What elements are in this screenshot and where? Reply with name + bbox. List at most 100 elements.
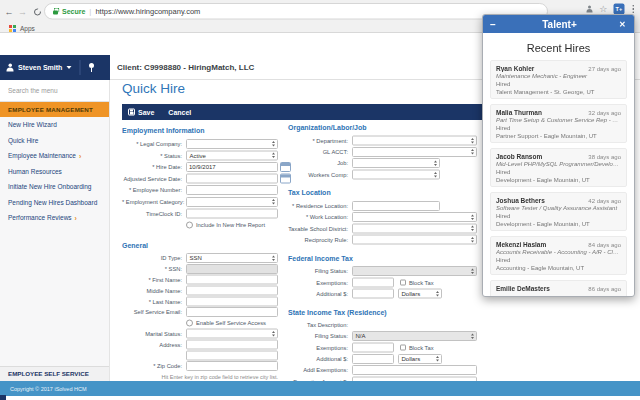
menu-label: Quick Hire [8,137,38,145]
bookmark-star-icon[interactable]: ☆ [599,5,607,14]
omnibox-divider: | [89,7,91,16]
hire-card[interactable]: Mekenzi Haslam84 days ago Accounts Recei… [490,236,627,275]
field-label: Taxable School District: [288,225,352,231]
work-location-select[interactable] [352,212,477,222]
select-arrows-icon [469,149,477,155]
adjusted-service-date-input[interactable] [186,174,278,184]
workers-comp-select[interactable] [352,170,440,180]
field-label: Adjusted Service Date: [122,176,186,182]
state-block-tax-checkbox[interactable] [400,345,406,351]
address-input[interactable] [186,340,278,350]
close-icon[interactable]: ✕ [619,19,627,29]
school-district-select[interactable] [352,223,477,233]
profile-icon[interactable] [586,6,593,13]
pin-icon[interactable] [88,63,94,72]
residence-location-input[interactable] [352,201,440,211]
federal-block-tax-checkbox[interactable] [400,279,406,285]
include-new-hire-report-radio[interactable] [186,221,193,228]
state-dollars-select[interactable]: Dollars [398,354,442,364]
field-label: * Last Name: [122,298,186,304]
hire-name: Mekenzi Haslam [496,241,588,249]
federal-additional-input[interactable] [352,289,394,299]
sidebar-item-employee-maintenance[interactable]: Employee Maintenance› [0,148,109,164]
job-select[interactable] [352,158,440,168]
select-arrows-icon [469,138,477,144]
hire-card[interactable]: Ryan Kohler27 days ago Maintenance Mecha… [490,60,627,99]
talent-extension-icon[interactable]: T+ [613,4,624,15]
marital-status-select[interactable] [186,329,278,339]
sidebar-item-initiate-onboarding[interactable]: Initiate New Hire Onboarding [0,179,109,195]
enable-self-service-radio[interactable] [186,319,193,326]
hire-status: Hired [496,212,621,220]
reciprocity-rule-select[interactable] [352,235,477,245]
back-icon[interactable]: ← [5,8,14,17]
sidebar-item-human-resources[interactable]: Human Resources [0,164,109,180]
form-left-column: Employment Information * Legal Company: … [122,126,292,381]
id-type-value: SSN [187,255,270,262]
field-label: Filing Status: [288,268,352,274]
refresh-icon[interactable] [34,9,41,16]
federal-exemptions-input[interactable] [352,277,394,287]
address-bar[interactable]: Secure | https://www.hiringcompany.com [44,3,548,20]
hire-job: Maintenance Mechanic - Engineer [496,73,621,81]
sidebar-item-pending-dashboard[interactable]: Pending New Hires Dashboard [0,195,109,211]
federal-dollars-select[interactable]: Dollars [398,289,442,299]
select-arrows-icon [434,356,442,362]
user-menu[interactable]: Steven Smith [0,55,110,80]
legal-company-select[interactable] [186,139,278,149]
apps-icon[interactable] [9,25,16,32]
federal-filing-status-select[interactable] [352,266,477,276]
id-type-select[interactable]: SSN [186,253,278,263]
field-label: * Work Location: [288,214,352,220]
hire-card[interactable]: Jacob Ransom38 days ago Mid-Level PHP/My… [490,148,627,187]
field-label: Filing Status: [288,333,352,339]
status-select[interactable]: Active [186,150,278,160]
sidebar-item-new-hire-wizard[interactable]: New Hire Wizard [0,117,109,133]
middle-name-input[interactable] [186,286,278,296]
employment-category-select[interactable] [186,197,278,207]
hire-location: Accounting - Eagle Mountain, UT [496,264,621,272]
select-arrows-icon [270,255,278,261]
recent-hires-heading: Recent Hires [483,42,634,55]
hire-name: Ryan Kohler [496,65,588,73]
sidebar: EMPLOYEE MANAGEMENT New Hire Wizard Quic… [0,80,110,381]
section-title-state-tax: State Income Tax (Residence) [288,307,588,316]
cancel-button[interactable]: Cancel [168,108,191,116]
first-name-input[interactable] [186,275,278,285]
hire-date-input[interactable] [186,162,278,172]
hire-card[interactable]: Malia Thurman32 days ago Part Time Setup… [490,104,627,143]
department-select[interactable] [352,136,477,146]
forward-icon[interactable]: → [18,8,27,17]
self-service-email-input[interactable] [186,307,278,317]
timeclock-id-input[interactable] [186,208,278,218]
addl-exemptions-input[interactable] [352,365,477,375]
last-name-input[interactable] [186,296,278,306]
field-label: Addl Exemptions: [288,367,352,373]
state-additional-input[interactable] [352,354,394,364]
save-button[interactable]: Save [138,108,154,116]
employee-number-input[interactable] [186,185,278,195]
talent-extension-popup: – Talent+ ✕ Recent Hires Ryan Kohler27 d… [482,14,635,297]
state-filing-status-select[interactable]: N/A [352,331,477,341]
address2-input[interactable] [186,350,278,360]
field-label: Exemptions: [288,279,352,285]
ssn-input[interactable] [186,264,278,274]
apps-label[interactable]: Apps [20,25,35,33]
zip-hint: Hit Enter key in zip code field to retri… [122,374,278,380]
hire-job: Mid-Level PHP/MySQL Programmer/Developer [496,161,621,169]
minimize-icon[interactable]: – [490,18,500,30]
sidebar-item-performance-reviews[interactable]: Performance Reviews› [0,210,109,226]
hire-name: Jacob Ransom [496,153,588,161]
search-input[interactable] [0,87,100,95]
hire-status: Hired [496,256,621,264]
zip-code-input[interactable] [186,361,278,371]
hire-card[interactable]: Emilie DeMasters86 days ago [490,280,627,297]
state-exemptions-input[interactable] [352,343,394,353]
sidebar-item-quick-hire[interactable]: Quick Hire [0,133,109,149]
field-label: * Residence Location: [288,203,352,209]
field-label: Exemptions: [288,345,352,351]
hire-card[interactable]: Joshua Bethers42 days ago Software Teste… [490,192,627,231]
browser-menu-icon[interactable] [632,5,634,13]
gl-acct-select[interactable] [352,147,477,157]
sidebar-item-employee-self-service[interactable]: EMPLOYEE SELF SERVICE [0,366,109,381]
